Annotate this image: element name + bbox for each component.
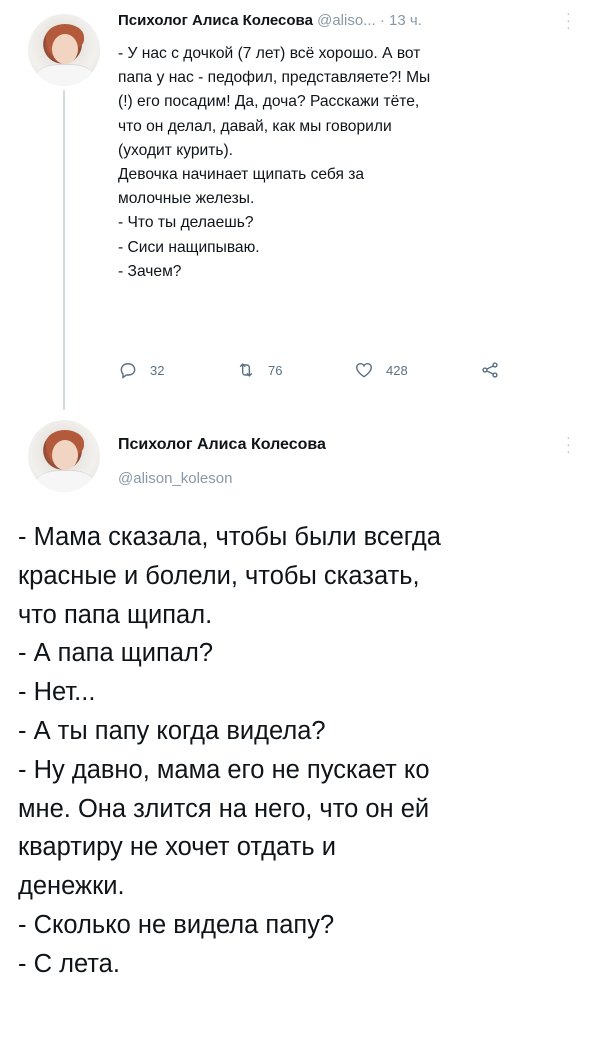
retweet-count: 76 [268, 362, 283, 378]
tweet-text-line: - Сколько не видела папу? [18, 910, 335, 939]
like-button[interactable]: 428 [354, 360, 408, 380]
tweet1-text: - У нас с дочкой (7 лет) всё хорошо. А в… [118, 42, 573, 284]
tweet2-text: - Мама сказала, чтобы были всегда красны… [18, 518, 588, 984]
tweet-text-line: Девочка начинает щипать себя за [118, 166, 365, 184]
tweet-text-line: что папа щипал. [18, 600, 213, 629]
tweet-text-line: (!) его посадим! Да, доча? Расскажи тёте… [118, 93, 420, 111]
tweet-text-line: - С лета. [18, 949, 120, 978]
reply-icon [120, 363, 136, 379]
tweet-actions: 32 76 428 [118, 360, 538, 384]
tweet-text-line: - А ты папу когда видела? [18, 716, 326, 745]
reply-count: 32 [150, 362, 165, 378]
author-name[interactable]: Психолог Алиса Колесова [118, 12, 313, 29]
tweet-text-line: - Нет... [18, 678, 96, 707]
tweet-text-line: (уходит курить). [118, 141, 234, 159]
thread-line [63, 90, 65, 410]
tweet1-header: Психолог Алиса Колесова @aliso... · 13 ч… [118, 12, 422, 29]
reply-button[interactable]: 32 [118, 360, 164, 380]
avatar-face [52, 440, 78, 470]
tweet-text-line: молочные железы. [118, 190, 255, 208]
author-handle[interactable]: @alison_koleson [118, 470, 232, 487]
tweet-text-line: - Ну давно, мама его не пускает ко [18, 755, 430, 784]
tweet-text-line: - А папа щипал? [18, 639, 214, 668]
more-options-icon[interactable]: · · · [566, 6, 571, 34]
author-handle[interactable]: @aliso... [317, 12, 376, 29]
tweet-text-line: - Мама сказала, чтобы были всегда [18, 523, 441, 551]
tweet-text-line: - Что ты делаешь? [118, 214, 254, 232]
tweet-text-line: - Сиси нащипываю. [118, 238, 260, 256]
avatar-face [52, 34, 78, 64]
tweet-text-line: - Зачем? [118, 262, 182, 280]
tweet-text-line: папа у нас - педофил, представляете?! Мы [118, 69, 431, 87]
like-icon [356, 362, 372, 378]
more-options-icon[interactable]: · · · [566, 430, 571, 458]
author-avatar[interactable] [28, 14, 100, 86]
tweet-text-line: что он делал, давай, как мы говорили [118, 117, 392, 135]
retweet-icon [239, 363, 253, 377]
like-count: 428 [386, 362, 408, 378]
tweet-text-line: мне. Она злится на него, что он ей [18, 794, 430, 823]
tweet-text-line: денежки. [18, 872, 125, 901]
tweet-text-line: красные и болели, чтобы сказать, [18, 561, 420, 590]
author-name[interactable]: Психолог Алиса Колесова [118, 436, 326, 454]
share-icon [482, 362, 498, 378]
avatar-shirt [36, 470, 94, 492]
tweet-time[interactable]: · 13 ч. [380, 12, 422, 29]
avatar-shirt [36, 64, 94, 86]
tweet-text-line: - У нас с дочкой (7 лет) всё хорошо. А в… [118, 45, 421, 62]
share-button[interactable] [480, 360, 512, 380]
author-avatar[interactable] [28, 420, 100, 492]
retweet-button[interactable]: 76 [236, 360, 282, 380]
tweet-text-line: квартиру не хочет отдать и [18, 833, 336, 862]
